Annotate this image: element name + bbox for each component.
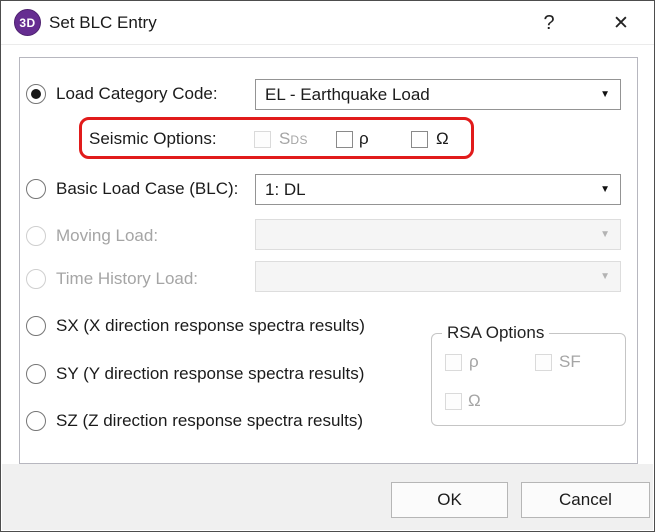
basic-load-case-dropdown[interactable]: 1: DL ▼	[255, 174, 621, 205]
rsa-checkbox-rho	[445, 354, 462, 371]
titlebar: 3D Set BLC Entry ? ✕	[1, 1, 654, 45]
moving-load-dropdown: ▼	[255, 219, 621, 250]
time-history-dropdown: ▼	[255, 261, 621, 292]
rsa-options-title: RSA Options	[442, 323, 550, 343]
chevron-down-icon: ▼	[600, 184, 610, 195]
radio-sy[interactable]	[26, 364, 46, 384]
cancel-button[interactable]: Cancel	[521, 482, 650, 518]
set-blc-entry-dialog: 3D Set BLC Entry ? ✕ Load Category Code:…	[0, 0, 655, 532]
radio-moving-load	[26, 226, 46, 246]
sx-label[interactable]: SX (X direction response spectra results…	[56, 315, 365, 337]
load-category-code-label[interactable]: Load Category Code:	[56, 83, 218, 105]
chevron-down-icon: ▼	[600, 229, 610, 240]
rsa-rho-label: ρ	[469, 352, 479, 371]
rsa-checkbox-sf	[535, 354, 552, 371]
sy-label[interactable]: SY (Y direction response spectra results…	[56, 363, 364, 385]
checkbox-omega[interactable]	[411, 131, 428, 148]
sds-label: SDS	[279, 129, 309, 148]
checkbox-sds	[254, 131, 271, 148]
moving-load-label: Moving Load:	[56, 226, 159, 245]
omega-label[interactable]: Ω	[436, 128, 449, 150]
rho-label[interactable]: ρ	[359, 128, 369, 150]
rsa-options-group: RSA Options ρ SF Ω	[431, 323, 626, 426]
seismic-options-label: Seismic Options:	[89, 129, 217, 148]
time-history-load-label: Time History Load:	[56, 269, 199, 288]
ok-button[interactable]: OK	[391, 482, 508, 518]
rsa-checkbox-omega	[445, 393, 462, 410]
rsa-sf-label: SF	[559, 352, 581, 371]
load-category-dropdown[interactable]: EL - Earthquake Load ▼	[255, 79, 621, 110]
basic-load-case-value: 1: DL	[265, 179, 306, 199]
chevron-down-icon: ▼	[600, 89, 610, 100]
checkbox-rho[interactable]	[336, 131, 353, 148]
close-button[interactable]: ✕	[604, 7, 638, 39]
radio-basic-load-case[interactable]	[26, 179, 46, 199]
basic-load-case-label[interactable]: Basic Load Case (BLC):	[56, 178, 238, 200]
radio-sx[interactable]	[26, 316, 46, 336]
sz-label[interactable]: SZ (Z direction response spectra results…	[56, 410, 363, 432]
load-category-value: EL - Earthquake Load	[265, 84, 430, 104]
help-button[interactable]: ?	[532, 7, 566, 39]
chevron-down-icon: ▼	[600, 271, 610, 282]
radio-sz[interactable]	[26, 411, 46, 431]
app-3d-icon: 3D	[14, 9, 41, 36]
footer-bar: OK Cancel	[2, 464, 653, 530]
radio-load-category-code[interactable]	[26, 84, 46, 104]
radio-time-history-load	[26, 269, 46, 289]
window-title: Set BLC Entry	[49, 13, 157, 32]
rsa-omega-label: Ω	[468, 391, 481, 410]
